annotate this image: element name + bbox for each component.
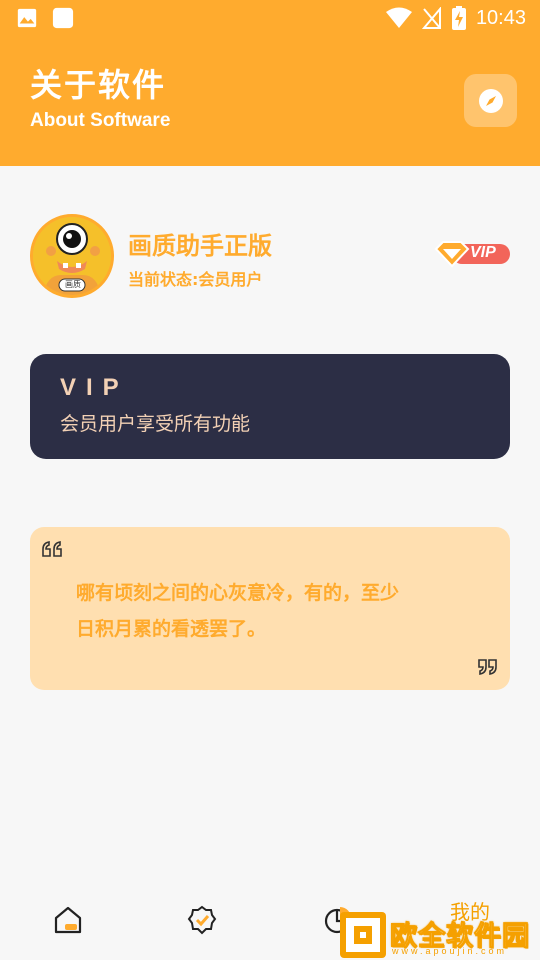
open-quote-icon bbox=[42, 541, 62, 557]
quote-card: 哪有顷刻之间的心灰意冷，有的，至少 日积月累的看透罢了。 bbox=[30, 527, 510, 690]
page-title: 关于软件 bbox=[30, 66, 167, 104]
app-header: 10:43 关于软件 About Software bbox=[0, 0, 540, 166]
vip-badge: VIP bbox=[434, 240, 512, 268]
avatar: 画质 bbox=[30, 214, 114, 298]
page-subtitle: About Software bbox=[30, 110, 171, 131]
watermark-url: www.apoujin.com bbox=[392, 946, 508, 956]
no-signal-icon bbox=[421, 7, 441, 29]
compass-button[interactable] bbox=[464, 74, 517, 127]
profile-section: 画质 画质助手正版 当前状态:会员用户 VIP bbox=[30, 214, 510, 298]
watermark-logo-icon bbox=[346, 918, 380, 952]
home-icon[interactable] bbox=[52, 904, 84, 936]
app-name: 画质助手正版 bbox=[128, 232, 272, 260]
vip-card-title: VIP bbox=[60, 374, 129, 401]
vip-card: VIP 会员用户享受所有功能 bbox=[30, 354, 510, 459]
quote-line-1: 哪有顷刻之间的心灰意冷，有的，至少 bbox=[76, 582, 400, 604]
compass-icon bbox=[478, 88, 503, 113]
verified-icon[interactable] bbox=[186, 904, 218, 936]
wifi-icon bbox=[385, 7, 412, 28]
quote-text: 哪有顷刻之间的心灰意冷，有的，至少 日积月累的看透罢了。 bbox=[76, 575, 466, 647]
vip-card-description: 会员用户享受所有功能 bbox=[60, 413, 251, 435]
status-time: 10:43 bbox=[475, 6, 526, 29]
watermark-logo bbox=[340, 912, 386, 958]
app-square-icon bbox=[52, 7, 74, 29]
status-bar: 10:43 bbox=[0, 0, 540, 38]
vip-badge-label: VIP bbox=[470, 244, 496, 261]
avatar-caption: 画质 bbox=[65, 280, 81, 289]
battery-charging-icon bbox=[451, 6, 466, 30]
image-icon bbox=[17, 8, 37, 28]
watermark: 欧全软件园 www.apoujin.com bbox=[340, 912, 536, 958]
quote-line-2: 日积月累的看透罢了。 bbox=[76, 618, 267, 640]
close-quote-icon bbox=[478, 659, 497, 675]
member-status: 当前状态:会员用户 bbox=[128, 270, 263, 289]
